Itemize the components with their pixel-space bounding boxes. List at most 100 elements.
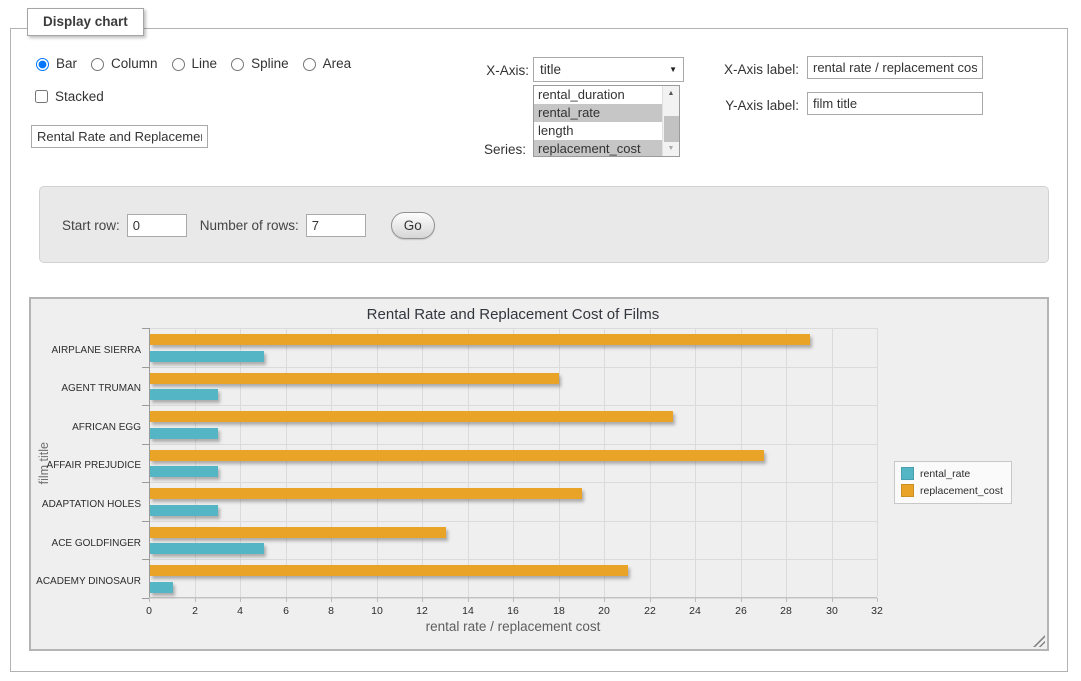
x-tick-label: 22	[644, 605, 656, 617]
x-tick-label: 8	[328, 605, 334, 617]
chart-type-option-bar[interactable]: Bar	[31, 55, 77, 71]
gridline-horizontal	[150, 405, 877, 406]
x-axis-label-caption: X-Axis label:	[699, 62, 799, 77]
go-button[interactable]: Go	[391, 212, 435, 239]
category-label: ACE GOLDFINGER	[31, 524, 141, 563]
legend-item-rental_rate[interactable]: rental_rate	[901, 467, 1003, 480]
y-tick-mark	[142, 482, 149, 483]
gridline-vertical	[786, 328, 787, 597]
stacked-checkbox[interactable]	[35, 90, 48, 103]
scroll-up-icon[interactable]: ▲	[663, 86, 679, 101]
bar-rental_rate	[150, 582, 173, 593]
x-tick-label: 14	[462, 605, 474, 617]
scroll-down-icon[interactable]: ▼	[663, 141, 679, 156]
x-tick-mark	[559, 598, 560, 602]
chart-type-radio-bar[interactable]	[36, 58, 49, 71]
gridline-vertical	[377, 328, 378, 597]
x-tick-label: 30	[826, 605, 838, 617]
stacked-label: Stacked	[55, 89, 104, 104]
stacked-row: Stacked	[31, 87, 104, 106]
scrollbar-thumb[interactable]	[664, 116, 679, 142]
gridline-vertical	[877, 328, 878, 597]
bar-rental_rate	[150, 466, 218, 477]
x-tick-mark	[422, 598, 423, 602]
chart-type-option-area[interactable]: Area	[298, 55, 352, 71]
bar-rental_rate	[150, 543, 264, 554]
start-row-input[interactable]	[127, 214, 187, 237]
series-option-replacement_cost[interactable]: replacement_cost	[534, 140, 662, 157]
series-option-rental_rate[interactable]: rental_rate	[534, 104, 662, 122]
panel-legend: Display chart	[27, 8, 144, 36]
resize-handle-icon[interactable]	[1033, 635, 1045, 647]
x-tick-label: 2	[192, 605, 198, 617]
gridline-vertical	[604, 328, 605, 597]
x-tick-mark	[286, 598, 287, 602]
x-axis-select[interactable]: title ▼	[533, 57, 684, 82]
gridline-vertical	[286, 328, 287, 597]
chart-type-radio-line[interactable]	[172, 58, 185, 71]
chart-type-label: Line	[192, 56, 218, 71]
bar-replacement_cost	[150, 527, 446, 538]
y-tick-mark	[142, 405, 149, 406]
gridline-horizontal	[150, 482, 877, 483]
chart-type-radio-spline[interactable]	[231, 58, 244, 71]
legend-swatch-replacement_cost	[901, 484, 914, 497]
y-axis-label-caption: Y-Axis label:	[699, 98, 799, 113]
series-options: rental_durationrental_ratelengthreplacem…	[534, 86, 662, 156]
category-label: ACADEMY DINOSAUR	[31, 562, 141, 601]
gridline-horizontal	[150, 559, 877, 560]
chart-type-radio-column[interactable]	[91, 58, 104, 71]
y-tick-mark	[142, 598, 149, 599]
x-tick-label: 32	[871, 605, 883, 617]
x-tick-mark	[741, 598, 742, 602]
bar-rental_rate	[150, 351, 264, 362]
stacked-option[interactable]: Stacked	[31, 87, 104, 106]
x-axis-label-input[interactable]	[807, 56, 983, 79]
bar-replacement_cost	[150, 411, 673, 422]
gridline-horizontal	[150, 444, 877, 445]
x-tick-mark	[468, 598, 469, 602]
chart-type-label: Bar	[56, 56, 77, 71]
gridline-vertical	[468, 328, 469, 597]
chart-type-option-spline[interactable]: Spline	[226, 55, 289, 71]
series-option-rental_duration[interactable]: rental_duration	[534, 86, 662, 104]
chart-type-label: Spline	[251, 56, 289, 71]
chart-type-option-column[interactable]: Column	[86, 55, 158, 71]
x-tick-label: 16	[507, 605, 519, 617]
chart-container: Rental Rate and Replacement Cost of Film…	[29, 297, 1049, 651]
legend-item-replacement_cost[interactable]: replacement_cost	[901, 484, 1003, 497]
plot-area	[149, 328, 877, 598]
legend-swatch-rental_rate	[901, 467, 914, 480]
gridline-vertical	[240, 328, 241, 597]
legend-label: replacement_cost	[920, 485, 1003, 497]
num-rows-label: Number of rows:	[200, 218, 299, 233]
gridline-horizontal	[150, 328, 877, 329]
gridline-vertical	[331, 328, 332, 597]
gridline-vertical	[695, 328, 696, 597]
gridline-vertical	[650, 328, 651, 597]
category-label: AFFAIR PREJUDICE	[31, 447, 141, 486]
bar-rental_rate	[150, 505, 218, 516]
chart-type-option-line[interactable]: Line	[167, 55, 218, 71]
num-rows-input[interactable]	[306, 214, 366, 237]
dropdown-arrow-icon: ▼	[669, 65, 677, 74]
chart-title-input[interactable]	[31, 125, 208, 148]
x-tick-label: 10	[371, 605, 383, 617]
y-tick-mark	[142, 521, 149, 522]
bar-replacement_cost	[150, 373, 559, 384]
y-tick-mark	[142, 367, 149, 368]
y-tick-mark	[142, 328, 149, 329]
y-axis-label-input[interactable]	[807, 92, 983, 115]
chart-type-radio-area[interactable]	[303, 58, 316, 71]
x-tick-mark	[650, 598, 651, 602]
x-tick-label: 28	[780, 605, 792, 617]
series-listbox[interactable]: rental_durationrental_ratelengthreplacem…	[533, 85, 680, 157]
series-scrollbar[interactable]: ▲ ▼	[662, 86, 679, 156]
x-tick-label: 4	[237, 605, 243, 617]
chart-type-label: Area	[323, 56, 352, 71]
x-axis-selected-value: title	[540, 62, 561, 77]
x-tick-mark	[240, 598, 241, 602]
series-option-length[interactable]: length	[534, 122, 662, 140]
bar-replacement_cost	[150, 334, 810, 345]
x-tick-label: 20	[598, 605, 610, 617]
